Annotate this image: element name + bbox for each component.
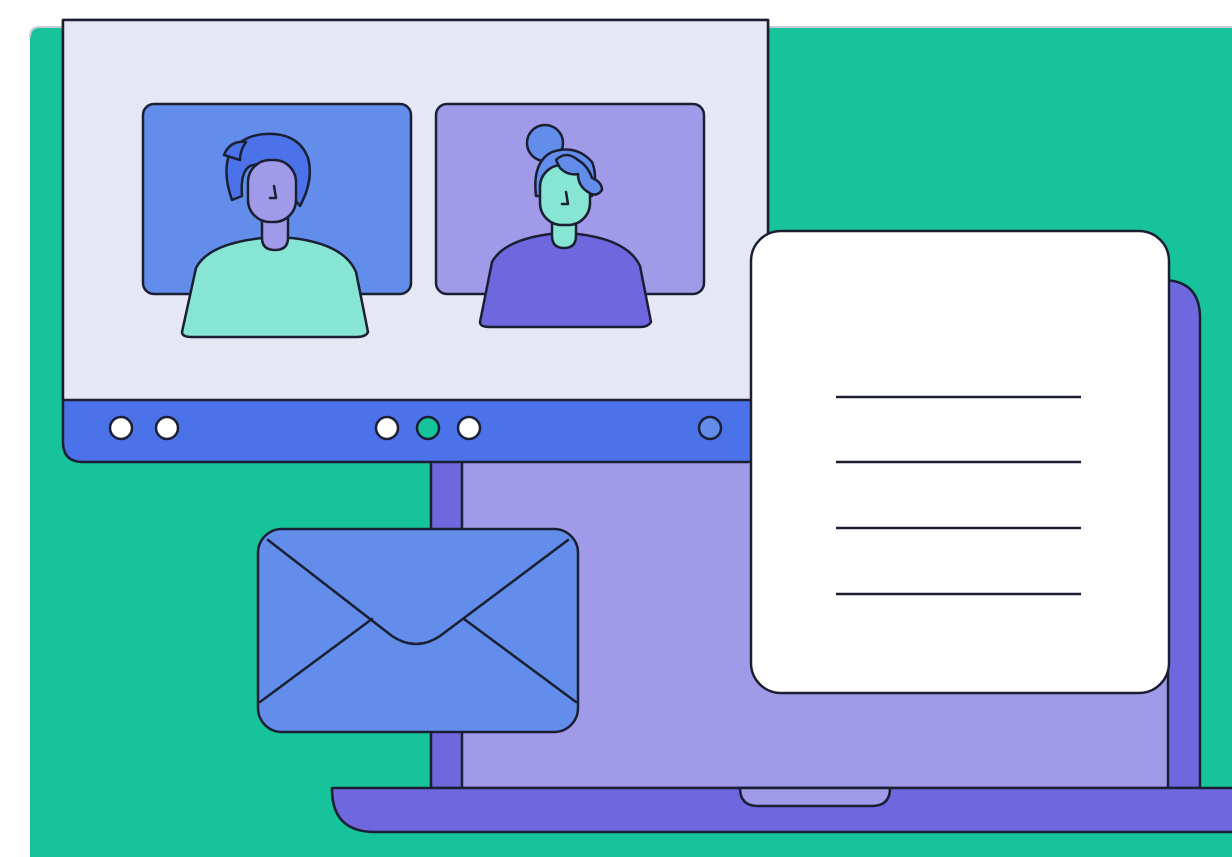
toolbar-dot-center-3[interactable]	[456, 415, 482, 441]
envelope-icon	[256, 527, 580, 734]
toolbar-dot-left-1[interactable]	[108, 415, 134, 441]
illustration-svg	[29, 18, 1232, 857]
document-icon	[749, 229, 1171, 695]
video-call-window	[61, 18, 770, 464]
man-face	[246, 158, 298, 224]
toolbar-dot-left-2[interactable]	[154, 415, 180, 441]
man-shirt	[180, 236, 370, 339]
toolbar-dot-right[interactable]	[697, 415, 723, 441]
laptop-notch	[738, 786, 892, 808]
toolbar-dot-center-1[interactable]	[374, 415, 400, 441]
toolbar-dot-center-active[interactable]	[415, 415, 441, 441]
illustration-scene	[0, 0, 1232, 857]
envelope-body	[256, 527, 580, 734]
